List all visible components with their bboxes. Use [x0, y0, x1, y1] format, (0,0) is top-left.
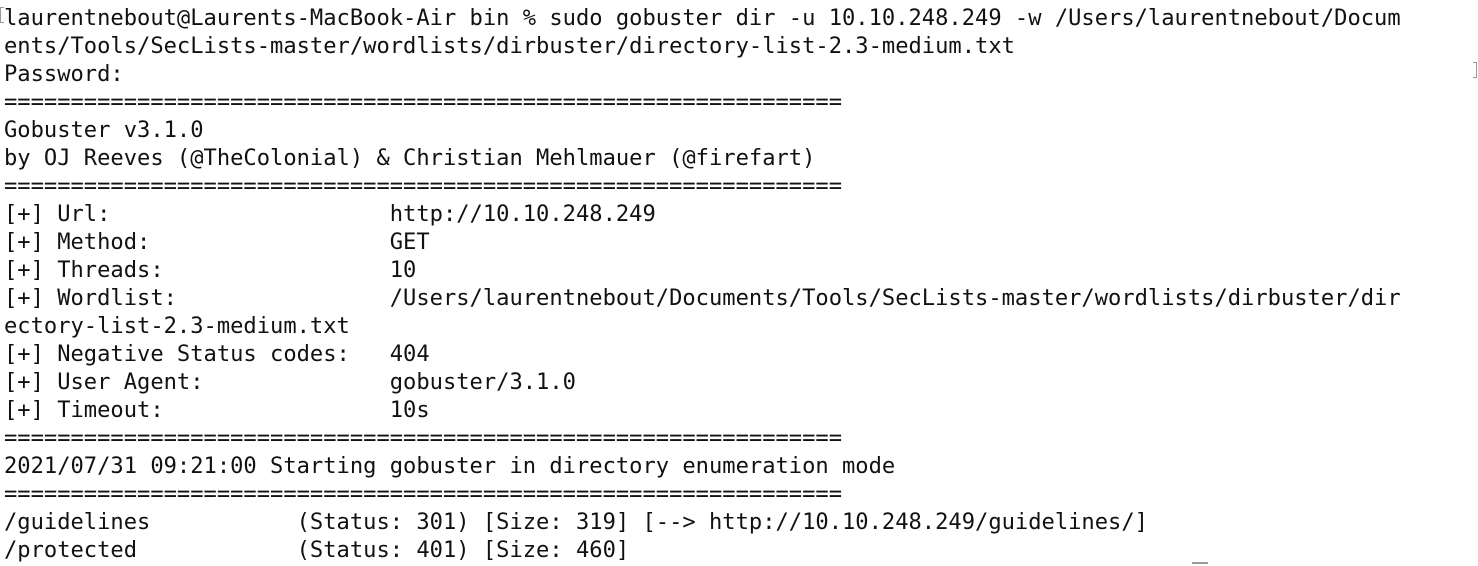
- config-wordlist: [+] Wordlist: /Users/laurentnebout/Docum…: [4, 285, 1401, 311]
- config-url: [+] Url: http://10.10.248.249: [4, 201, 656, 227]
- banner-title: Gobuster v3.1.0: [4, 117, 204, 143]
- config-timeout: [+] Timeout: 10s: [4, 397, 430, 423]
- config-user-agent: [+] User Agent: gobuster/3.1.0: [4, 369, 576, 395]
- terminal-output: laurentnebout@Laurents-MacBook-Air bin %…: [4, 4, 1401, 564]
- separator-line: ========================================…: [4, 89, 842, 115]
- command-line: laurentnebout@Laurents-MacBook-Air bin %…: [4, 5, 1401, 31]
- separator-line: ========================================…: [4, 481, 842, 507]
- selection-bracket-right-icon: [1473, 62, 1477, 78]
- separator-line: ========================================…: [4, 425, 842, 451]
- banner-authors: by OJ Reeves (@TheColonial) & Christian …: [4, 145, 816, 171]
- separator-line: ========================================…: [4, 173, 842, 199]
- terminal-window[interactable]: laurentnebout@Laurents-MacBook-Air bin %…: [0, 0, 1478, 566]
- config-negative-status: [+] Negative Status codes: 404: [4, 341, 430, 367]
- text-cursor: [1192, 562, 1208, 564]
- start-message: 2021/07/31 09:21:00 Starting gobuster in…: [4, 453, 896, 479]
- command-line-wrap: ents/Tools/SecLists-master/wordlists/dir…: [4, 33, 1015, 59]
- result-row: /guidelines (Status: 301) [Size: 319] [-…: [4, 509, 1148, 535]
- result-row: /protected (Status: 401) [Size: 460]: [4, 537, 630, 563]
- config-threads: [+] Threads: 10: [4, 257, 417, 283]
- config-wordlist-wrap: ectory-list-2.3-medium.txt: [4, 313, 350, 339]
- config-method: [+] Method: GET: [4, 229, 430, 255]
- password-prompt: Password:: [4, 61, 124, 87]
